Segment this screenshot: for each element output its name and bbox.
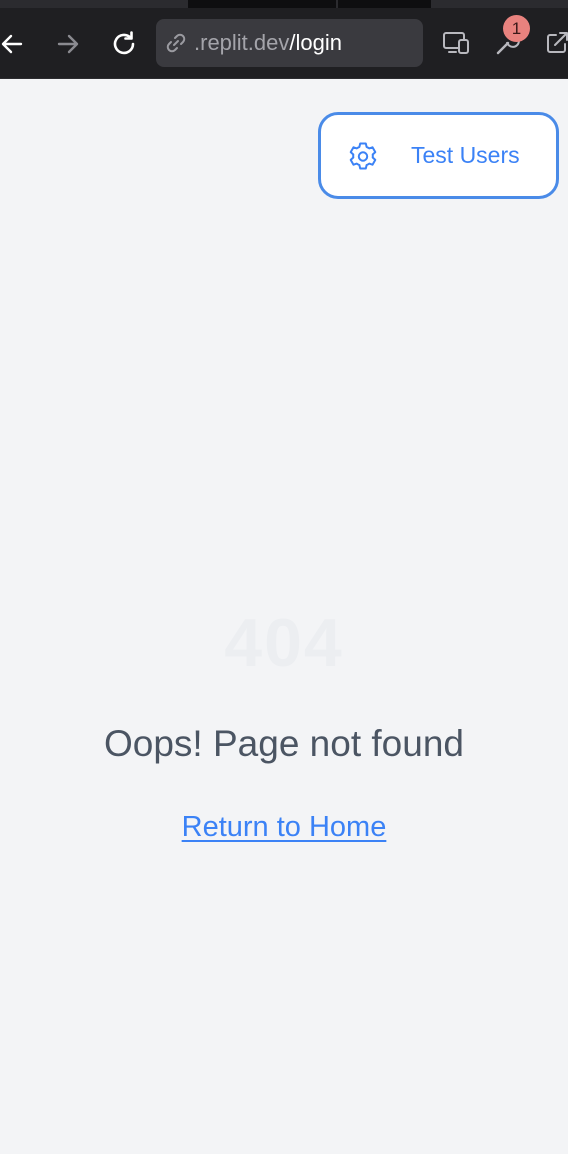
error-message: Oops! Page not found <box>104 723 464 764</box>
address-bar[interactable]: .replit.dev/login <box>156 19 423 67</box>
test-users-button[interactable]: Test Users <box>318 112 559 199</box>
open-external-button[interactable] <box>538 24 568 62</box>
tab-strip <box>0 0 568 8</box>
notification-badge: 1 <box>503 15 530 42</box>
arrow-left-icon <box>1 34 23 54</box>
error-code: 404 <box>224 605 344 681</box>
link-icon <box>166 33 186 53</box>
back-button[interactable] <box>0 26 30 62</box>
return-home-link[interactable]: Return to Home <box>182 811 387 843</box>
reload-icon <box>113 31 135 55</box>
gear-icon <box>349 142 377 169</box>
url-domain: .replit.dev <box>194 30 290 55</box>
browser-tab[interactable] <box>188 0 336 8</box>
devices-icon <box>443 32 469 54</box>
url-text: .replit.dev/login <box>194 30 342 56</box>
browser-tab[interactable] <box>338 0 431 8</box>
forward-button[interactable] <box>50 26 86 62</box>
arrow-right-icon <box>57 34 79 54</box>
devices-button[interactable] <box>437 24 475 62</box>
test-users-label: Test Users <box>411 142 520 168</box>
browser-toolbar: .replit.dev/login 1 <box>0 0 568 79</box>
reload-button[interactable] <box>106 26 142 62</box>
open-external-icon <box>547 32 568 53</box>
url-path: /login <box>289 30 342 55</box>
home-link-container: Return to Home <box>0 811 568 844</box>
